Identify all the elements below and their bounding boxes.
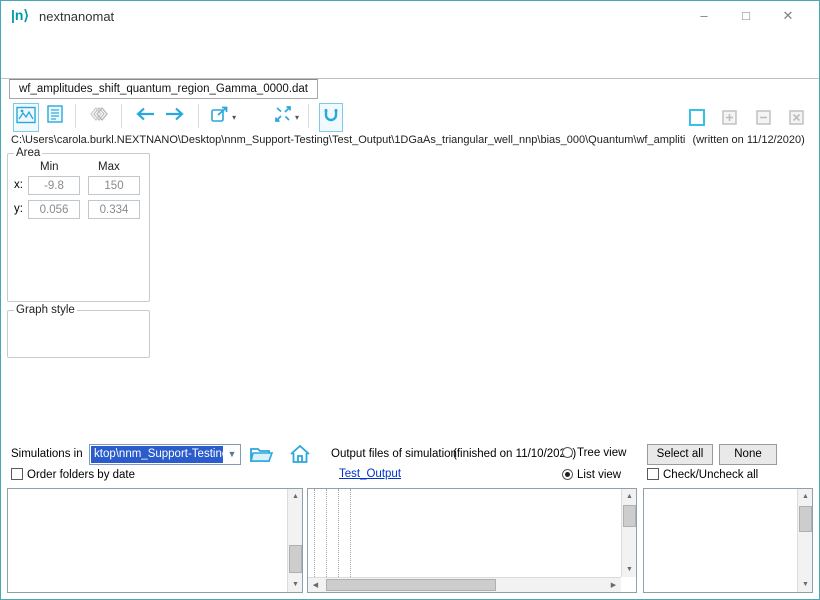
plot-view-icon[interactable] xyxy=(13,103,39,132)
area-panel: Area Min Max x: y: xyxy=(7,147,150,302)
order-folders-label: Order folders by date xyxy=(27,469,135,481)
fit-to-window-icon[interactable] xyxy=(271,103,295,130)
scroll-right-icon[interactable]: ▶ xyxy=(606,578,621,593)
menu-bar xyxy=(1,31,819,56)
graph-style-legend: Graph style xyxy=(14,304,77,316)
select-all-button[interactable]: Select all xyxy=(647,444,713,465)
scrollbar-thumb[interactable] xyxy=(623,505,636,527)
output-files-label: Output files of simulation xyxy=(331,448,457,460)
scrollbar-thumb[interactable] xyxy=(799,506,812,532)
check-uncheck-all-checkbox[interactable]: Check/Uncheck all xyxy=(647,468,758,481)
scroll-down-icon[interactable]: ▼ xyxy=(622,562,637,577)
y-max-field[interactable] xyxy=(88,200,140,219)
check-uncheck-all-label: Check/Uncheck all xyxy=(663,469,758,481)
scrollbar-thumb[interactable] xyxy=(326,579,496,591)
simulation-folder-combobox[interactable]: ktop\nnm_Support-Testing ▼ xyxy=(89,444,241,465)
file-tab[interactable]: wf_amplitudes_shift_quantum_region_Gamma… xyxy=(9,79,318,99)
none-button[interactable]: None xyxy=(719,444,777,465)
tree-vertical-scrollbar[interactable]: ▲ ▼ xyxy=(621,489,636,577)
simulation-folders-list: ▲ ▼ xyxy=(7,488,303,593)
test-output-link[interactable]: Test_Output xyxy=(339,468,401,480)
combobox-selected-text: ktop\nnm_Support-Testing xyxy=(91,446,223,463)
x-min-field[interactable] xyxy=(28,176,80,195)
scroll-up-icon[interactable]: ▲ xyxy=(288,489,303,504)
scroll-up-icon[interactable]: ▲ xyxy=(622,489,637,504)
nextnano-logo-icon: |n⟩ xyxy=(11,7,29,24)
back-icon[interactable] xyxy=(132,103,158,130)
max-column-header: Max xyxy=(98,161,120,173)
open-folder-icon[interactable] xyxy=(249,444,275,467)
folders-vertical-scrollbar[interactable]: ▲ ▼ xyxy=(287,489,302,592)
order-folders-checkbox[interactable]: Order folders by date xyxy=(11,468,135,481)
close-window-icon xyxy=(785,106,809,135)
file-path-text: C:\Users\carola.burkl.NEXTNANO\Desktop\n… xyxy=(11,134,685,146)
remove-window-icon xyxy=(752,106,776,135)
new-window-icon[interactable] xyxy=(685,106,709,135)
maximize-button[interactable]: □ xyxy=(731,5,761,27)
add-window-icon xyxy=(718,106,742,135)
curves-checklist: ▲ ▼ xyxy=(643,488,813,593)
app-window: |n⟩ nextnanomat – □ ✕ wf_amplitudes_shif… xyxy=(0,0,820,600)
tab-strip xyxy=(1,56,819,79)
wavefunction-chart xyxy=(151,148,813,440)
simulations-bar: Simulations in ktop\nnm_Support-Testing … xyxy=(1,444,819,466)
chart-area xyxy=(151,148,813,440)
forward-icon[interactable] xyxy=(162,103,188,130)
scroll-down-icon[interactable]: ▼ xyxy=(288,577,303,592)
scroll-left-icon[interactable]: ◀ xyxy=(308,578,323,593)
scrollbar-thumb[interactable] xyxy=(289,545,302,573)
x-axis-label: x: xyxy=(14,179,23,191)
export-icon[interactable] xyxy=(208,103,232,130)
simulations-in-label: Simulations in xyxy=(11,448,83,460)
minimize-button[interactable]: – xyxy=(689,5,719,27)
output-files-tree: ▲ ▼ ◀ ▶ xyxy=(307,488,637,593)
scroll-up-icon[interactable]: ▲ xyxy=(798,489,813,504)
graph-style-panel: Graph style xyxy=(7,304,150,358)
min-column-header: Min xyxy=(40,161,59,173)
overlay-layers-icon xyxy=(86,103,112,130)
title-bar: |n⟩ nextnanomat – □ ✕ xyxy=(1,1,819,31)
area-legend: Area xyxy=(14,147,42,159)
close-button[interactable]: ✕ xyxy=(773,5,803,27)
scroll-down-icon[interactable]: ▼ xyxy=(798,577,813,592)
chevron-down-icon[interactable]: ▼ xyxy=(224,445,240,464)
written-date-text: (written on 11/12/2020) xyxy=(692,134,804,146)
snap-magnet-icon[interactable] xyxy=(319,103,343,132)
text-view-icon[interactable] xyxy=(44,103,66,130)
fit-dropdown-caret[interactable]: ▾ xyxy=(295,113,299,122)
toolbar: ▾ ▾ xyxy=(1,101,819,132)
list-view-radio[interactable]: List view xyxy=(562,469,621,481)
tree-horizontal-scrollbar[interactable]: ◀ ▶ xyxy=(308,577,621,592)
tree-view-radio[interactable]: Tree view xyxy=(562,447,626,459)
tree-guides xyxy=(308,489,368,577)
finished-date-label: (finished on 11/10/2021) xyxy=(453,448,576,460)
y-axis-label: y: xyxy=(14,203,23,215)
list-view-label: List view xyxy=(577,469,621,481)
y-min-field[interactable] xyxy=(28,200,80,219)
simulations-bar-row2: Order folders by date Test_Output List v… xyxy=(1,466,819,486)
x-max-field[interactable] xyxy=(88,176,140,195)
file-tab-strip: wf_amplitudes_shift_quantum_region_Gamma… xyxy=(1,79,819,100)
home-icon[interactable] xyxy=(288,444,312,467)
tree-view-label: Tree view xyxy=(577,447,626,459)
export-dropdown-caret[interactable]: ▾ xyxy=(232,113,236,122)
curves-vertical-scrollbar[interactable]: ▲ ▼ xyxy=(797,489,812,592)
window-title: nextnanomat xyxy=(39,9,114,24)
